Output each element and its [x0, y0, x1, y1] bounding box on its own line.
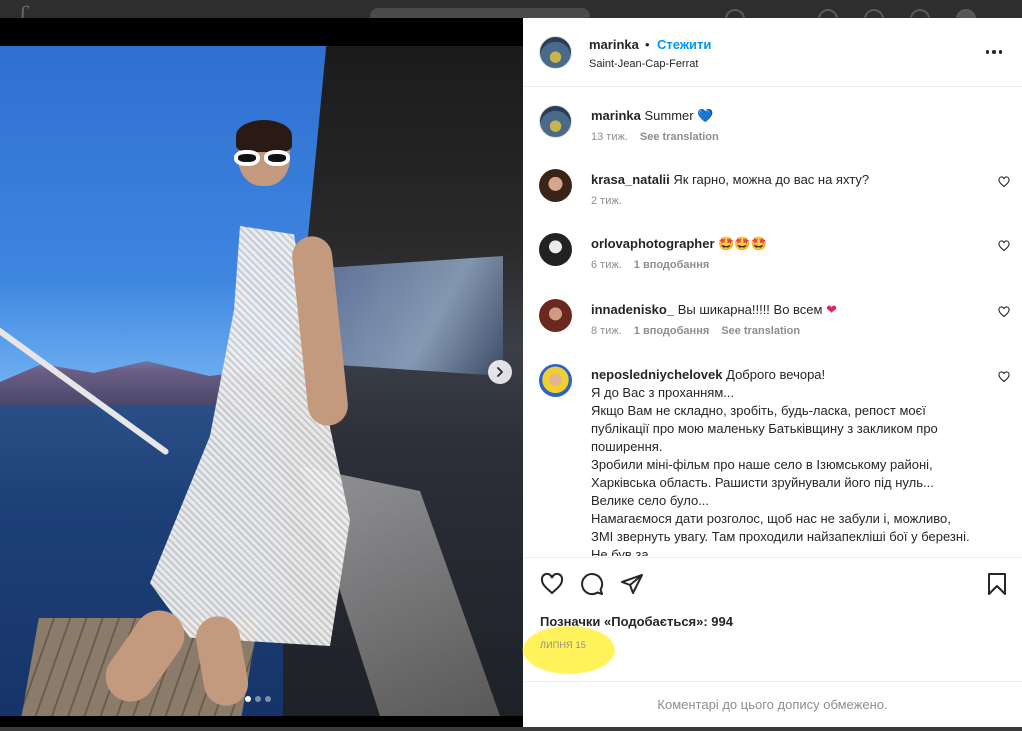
- post-date[interactable]: ЛИПНЯ 15: [540, 640, 586, 650]
- carousel-dot: [245, 696, 251, 702]
- separator-dot: •: [645, 37, 650, 52]
- comment-likes[interactable]: 1 вподобання: [634, 259, 709, 271]
- post-header: marinka • Стежити Saint-Jean-Cap-Ferrat: [523, 18, 1022, 87]
- comment-line: Зробили міні-фільм про наше село в Ізюмс…: [591, 457, 934, 508]
- share-icon[interactable]: [620, 572, 644, 596]
- comment-likes[interactable]: 1 вподобання: [634, 325, 709, 337]
- like-comment-heart-icon[interactable]: [998, 240, 1010, 252]
- blue-heart-emoji: 💙: [697, 108, 714, 123]
- comment-text: orlovaphotographer 🤩🤩🤩: [591, 235, 976, 253]
- caption-time[interactable]: 13 тиж.: [591, 131, 628, 143]
- comments-limited-notice: Коментарі до цього допису обмежено.: [523, 681, 1022, 727]
- carousel-dot: [265, 696, 271, 702]
- commenter-avatar[interactable]: [539, 233, 572, 266]
- commenter-avatar[interactable]: [539, 169, 572, 202]
- comment-content: Доброго вечора!: [726, 367, 826, 382]
- post-photo: [0, 46, 523, 716]
- heart-icon[interactable]: [540, 572, 564, 596]
- comment-username[interactable]: krasa_natalii: [591, 172, 670, 187]
- red-heart-emoji: ❤: [826, 302, 838, 317]
- photo-hair: [236, 120, 292, 152]
- carousel-next-button[interactable]: [488, 360, 512, 384]
- author-username[interactable]: marinka: [589, 37, 639, 52]
- comment-meta: 6 тиж. 1 вподобання: [591, 259, 709, 271]
- comment-content: Як гарно, можна до вас на яхту?: [673, 172, 870, 187]
- comment-time[interactable]: 8 тиж.: [591, 325, 622, 337]
- more-icon: [985, 50, 990, 54]
- commenter-avatar[interactable]: [539, 364, 572, 397]
- follow-button[interactable]: Стежити: [657, 37, 711, 52]
- see-translation-link[interactable]: See translation: [640, 131, 719, 143]
- background-page-top: ʃ: [0, 0, 1022, 29]
- carousel-dot: [255, 696, 261, 702]
- comment-text: krasa_natalii Як гарно, можна до вас на …: [591, 171, 976, 189]
- author-avatar[interactable]: [539, 105, 572, 138]
- caption-text: marinka Summer 💙: [591, 107, 976, 125]
- chevron-right-icon: [497, 367, 503, 377]
- photo-sunglasses: [234, 150, 292, 168]
- caption-meta: 13 тиж. See translation: [591, 131, 719, 143]
- like-comment-heart-icon[interactable]: [998, 306, 1010, 318]
- comment-content: Вы шикарна!!!!! Во всем: [677, 302, 823, 317]
- see-translation-link[interactable]: See translation: [721, 325, 800, 337]
- date-highlight-mark: [523, 626, 615, 674]
- post-media[interactable]: [0, 18, 523, 727]
- bookmark-icon[interactable]: [985, 572, 1009, 596]
- author-avatar[interactable]: [539, 36, 572, 69]
- post-actions: [523, 557, 1022, 607]
- comment-content: 🤩🤩🤩: [718, 236, 767, 251]
- comment-text: neposledniychelovek Доброго вечора! Я до…: [591, 366, 976, 556]
- comment-meta: 2 тиж.: [591, 195, 622, 207]
- comment-username[interactable]: orlovaphotographer: [591, 236, 715, 251]
- comment-time[interactable]: 2 тиж.: [591, 195, 622, 207]
- post-location[interactable]: Saint-Jean-Cap-Ferrat: [589, 58, 698, 70]
- comment-username[interactable]: neposledniychelovek: [591, 367, 723, 382]
- comments-list[interactable]: marinka Summer 💙 13 тиж. See translation…: [523, 88, 1022, 556]
- comment-time[interactable]: 6 тиж.: [591, 259, 622, 271]
- comment-meta: 8 тиж. 1 вподобання See translation: [591, 325, 800, 337]
- comment-text: innadenisko_ Вы шикарна!!!!! Во всем ❤: [591, 301, 976, 319]
- photo-yacht-window: [323, 256, 503, 376]
- like-comment-heart-icon[interactable]: [998, 371, 1010, 383]
- caption-username[interactable]: marinka: [591, 108, 641, 123]
- like-comment-heart-icon[interactable]: [998, 176, 1010, 188]
- more-options-button[interactable]: [984, 42, 1004, 62]
- comment-line: Я до Вас з проханням...: [591, 385, 735, 400]
- comment-icon[interactable]: [580, 572, 604, 596]
- comment-line: Якщо Вам не складно, зробіть, будь-ласка…: [591, 403, 938, 454]
- carousel-dots: [245, 696, 271, 702]
- post-details-panel: marinka • Стежити Saint-Jean-Cap-Ferrat …: [523, 18, 1022, 727]
- caption-content: Summer: [644, 108, 694, 123]
- comment-line: Намагаємося дати розголос, щоб нас не за…: [591, 511, 970, 556]
- commenter-avatar[interactable]: [539, 299, 572, 332]
- comment-username[interactable]: innadenisko_: [591, 302, 674, 317]
